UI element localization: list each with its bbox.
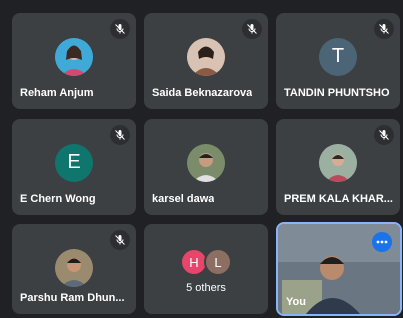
participant-name: Parshu Ram Dhun... [20,292,125,304]
others-tile[interactable]: H L 5 others [144,224,268,314]
participant-tile[interactable]: E E Chern Wong [12,119,136,215]
participant-name: E Chern Wong [20,193,96,205]
participant-tile[interactable]: Saida Beknazarova [144,13,268,109]
avatar-letter: E [67,151,81,174]
participant-name: Reham Anjum [20,87,94,99]
participant-avatar [55,37,93,76]
others-avatar: L [204,248,232,276]
avatar-letter: T [331,45,345,68]
participant-tile[interactable]: Parshu Ram Dhun... [12,224,136,314]
mic-off-icon [110,19,130,39]
participant-name: PREM KALA KHAR... [284,193,393,205]
participant-avatar [319,143,357,182]
mic-off-icon [110,125,130,145]
more-options-icon[interactable] [372,232,392,252]
mic-off-icon [374,19,394,39]
mic-off-icon [110,230,130,250]
mic-off-icon [374,125,394,145]
participant-tile[interactable]: PREM KALA KHAR... [276,119,400,215]
participant-tile[interactable]: Reham Anjum [12,13,136,109]
participant-name: karsel dawa [152,193,215,205]
self-label: You [286,296,306,308]
participant-tile[interactable]: karsel dawa [144,119,268,215]
participant-avatar [187,143,225,182]
participant-avatar [187,37,225,76]
others-avatars: H L [144,248,268,276]
others-count-label: 5 others [186,282,226,294]
self-video-tile[interactable]: You [276,222,402,316]
participant-name: TANDIN PHUNTSHO [284,87,390,99]
participant-avatar: T [319,37,357,76]
participant-avatar: E [55,143,93,182]
participant-tile[interactable]: T TANDIN PHUNTSHO [276,13,400,109]
participant-avatar [55,249,93,288]
mic-off-icon [242,19,262,39]
participant-name: Saida Beknazarova [152,87,253,99]
